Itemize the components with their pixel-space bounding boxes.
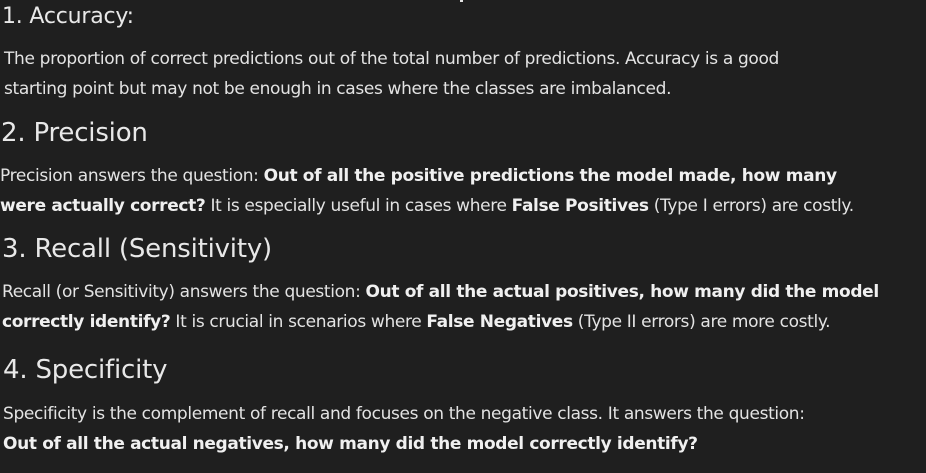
heading-specificity: 4. Specificity (3, 355, 168, 385)
bold-text: Out of all the actual negatives, how man… (3, 434, 698, 454)
text-run: (Type II errors) are more costly. (572, 312, 831, 332)
paragraph-precision: Precision answers the question: Out of a… (0, 161, 920, 221)
text-run: starting point but may not be enough in … (4, 79, 672, 99)
text-run: Recall (or Sensitivity) answers the ques… (2, 282, 366, 302)
heading-recall: 3. Recall (Sensitivity) (2, 234, 272, 264)
heading-precision: 2. Precision (1, 118, 148, 148)
paragraph-accuracy: The proportion of correct predictions ou… (0, 44, 920, 104)
section-precision: 2. Precision Precision answers the quest… (0, 116, 920, 221)
text-line: Recall (or Sensitivity) answers the ques… (2, 277, 920, 307)
text-run: It is especially useful in cases where (205, 196, 512, 216)
section-specificity: 4. Specificity Specificity is the comple… (0, 353, 920, 459)
bold-text: Out of all the actual positives, how man… (365, 282, 880, 302)
bold-text: False Positives (511, 196, 649, 216)
section-recall: 3. Recall (Sensitivity) Recall (or Sensi… (0, 232, 920, 337)
bold-text: Out of all the positive predictions the … (263, 166, 837, 186)
text-run: Specificity is the complement of recall … (3, 404, 805, 424)
heading-accuracy: 1. Accuracy: (2, 4, 134, 29)
text-line: The proportion of correct predictions ou… (4, 44, 920, 74)
text-line: Out of all the actual negatives, how man… (3, 429, 920, 459)
bold-text: were actually correct? (0, 196, 206, 216)
paragraph-recall: Recall (or Sensitivity) answers the ques… (0, 277, 920, 337)
bold-text: False Negatives (426, 312, 573, 332)
text-run: Precision answers the question: (0, 166, 264, 186)
section-accuracy: 1. Accuracy: The proportion of correct p… (0, 2, 920, 104)
text-line: were actually correct? It is especially … (0, 191, 920, 221)
text-line: Specificity is the complement of recall … (3, 399, 920, 429)
text-line: correctly identify? It is crucial in sce… (2, 307, 920, 337)
text-run: The proportion of correct predictions ou… (4, 49, 779, 69)
text-run: (Type I errors) are costly. (648, 196, 854, 216)
text-line: Precision answers the question: Out of a… (0, 161, 920, 191)
text-line: starting point but may not be enough in … (4, 74, 920, 104)
bold-text: correctly identify? (2, 312, 171, 332)
paragraph-specificity: Specificity is the complement of recall … (0, 399, 920, 459)
text-run: It is crucial in scenarios where (170, 312, 427, 332)
